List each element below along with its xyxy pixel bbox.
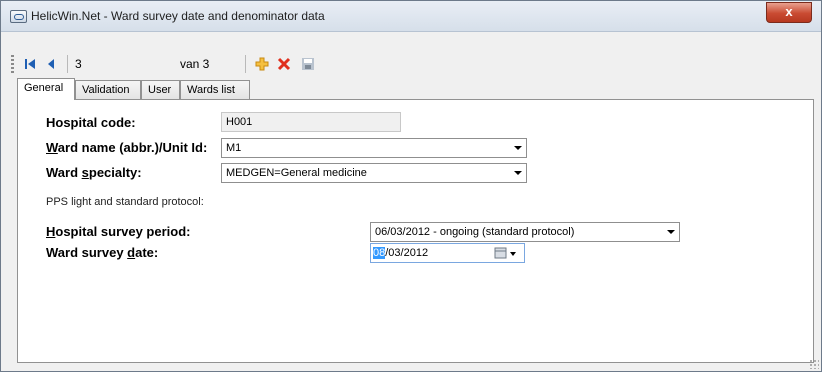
navigation-toolbar: 3 van 3: [9, 52, 814, 76]
ward-survey-date-label: Ward survey date:: [46, 245, 159, 260]
hospital-code-field[interactable]: H001: [221, 112, 401, 132]
tab-validation[interactable]: Validation: [75, 80, 141, 99]
tab-user[interactable]: User: [141, 80, 180, 99]
app-icon: [10, 10, 27, 23]
resize-grip-icon[interactable]: [809, 359, 819, 369]
close-button[interactable]: x: [766, 2, 812, 23]
calendar-icon: [494, 247, 516, 259]
first-record-button[interactable]: [21, 55, 39, 73]
title-bar[interactable]: HelicWin.Net - Ward survey date and deno…: [1, 1, 821, 32]
chevron-down-icon[interactable]: [667, 230, 675, 234]
window-title: HelicWin.Net - Ward survey date and deno…: [31, 9, 325, 23]
record-count-label: van 3: [180, 57, 210, 71]
first-record-icon: [25, 59, 35, 69]
toolbar-separator: [245, 55, 246, 73]
ward-specialty-label: Ward specialty:: [46, 165, 142, 180]
app-window: HelicWin.Net - Ward survey date and deno…: [0, 0, 822, 372]
previous-record-icon: [48, 59, 54, 69]
date-day-selected: 08: [373, 247, 386, 259]
ward-name-value: M1: [226, 142, 242, 154]
tab-wards-list[interactable]: Wards list: [180, 80, 250, 99]
previous-record-button[interactable]: [43, 55, 59, 73]
ward-specialty-combo[interactable]: MEDGEN=General medicine: [221, 163, 527, 183]
hospital-survey-period-label: Hospital survey period:: [46, 224, 191, 239]
chevron-down-icon[interactable]: [514, 146, 522, 150]
toolbar-grip-icon[interactable]: [11, 55, 14, 73]
delete-button[interactable]: [275, 55, 293, 73]
record-position-input[interactable]: 3: [75, 55, 147, 73]
ward-specialty-value: MEDGEN=General medicine: [226, 167, 367, 179]
toolbar-separator: [67, 55, 68, 73]
add-button[interactable]: [253, 55, 271, 73]
hospital-code-label: Hospital code:: [46, 115, 136, 130]
date-rest: /03/2012: [385, 247, 429, 259]
ward-survey-date-picker[interactable]: 08/03/2012: [370, 243, 525, 263]
save-button[interactable]: [299, 55, 317, 73]
pps-protocol-note: PPS light and standard protocol:: [46, 196, 204, 208]
delete-icon: [277, 57, 291, 71]
ward-name-label: Ward name (abbr.)/Unit Id:: [46, 140, 208, 155]
add-icon: [255, 57, 269, 71]
general-tab-panel: Hospital code: H001 Ward name (abbr.)/Un…: [17, 99, 814, 363]
save-icon: [302, 58, 314, 70]
calendar-dropdown-button[interactable]: [494, 247, 520, 260]
chevron-down-icon[interactable]: [514, 171, 522, 175]
tab-general[interactable]: General: [17, 78, 75, 100]
ward-name-combo[interactable]: M1: [221, 138, 527, 158]
hospital-survey-period-combo[interactable]: 06/03/2012 - ongoing (standard protocol): [370, 222, 680, 242]
hospital-survey-period-value: 06/03/2012 - ongoing (standard protocol): [375, 226, 575, 238]
